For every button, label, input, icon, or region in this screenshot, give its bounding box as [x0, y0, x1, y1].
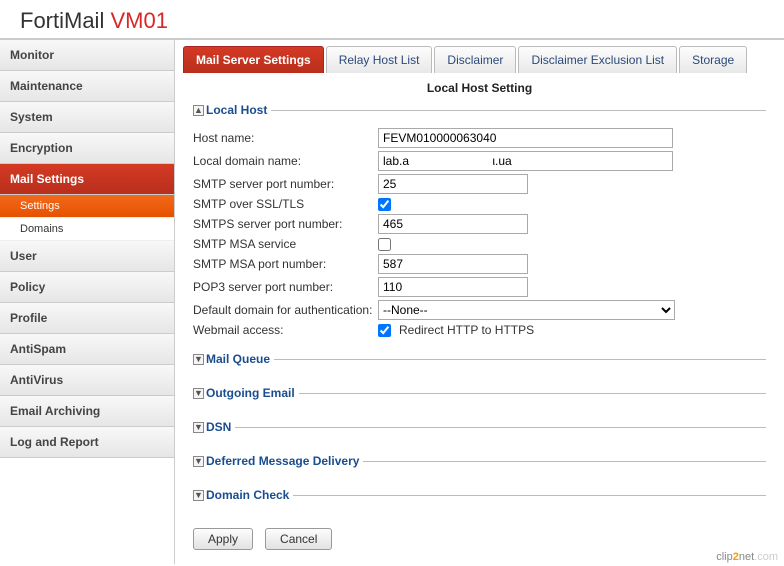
checkbox-webmail-redirect[interactable]: [378, 324, 391, 337]
label-msa-service: SMTP MSA service: [193, 237, 378, 251]
brand-title: FortiMail VM01: [20, 8, 764, 34]
panel-domain-check: ▼ Domain Check: [193, 488, 766, 514]
content-area: Local Host Setting ▲ Local Host Host nam…: [175, 73, 784, 563]
sidebar-item-monitor[interactable]: Monitor: [0, 40, 174, 71]
expand-down-icon[interactable]: ▼: [193, 388, 204, 399]
input-host-name[interactable]: [378, 128, 673, 148]
expand-down-icon[interactable]: ▼: [193, 354, 204, 365]
panel-mail-queue: ▼ Mail Queue: [193, 352, 766, 378]
input-smtps-port[interactable]: [378, 214, 528, 234]
label-pop3-port: POP3 server port number:: [193, 280, 378, 294]
sidebar-item-user[interactable]: User: [0, 241, 174, 272]
panel-local-host-title: Local Host: [206, 103, 267, 117]
sidebar-item-profile[interactable]: Profile: [0, 303, 174, 334]
select-default-domain[interactable]: --None--: [378, 300, 675, 320]
sidebar-item-maintenance[interactable]: Maintenance: [0, 71, 174, 102]
sidebar-subitem-domains[interactable]: Domains: [0, 218, 174, 241]
label-smtp-port: SMTP server port number:: [193, 177, 378, 191]
panel-deferred-legend[interactable]: ▼ Deferred Message Delivery: [193, 454, 363, 468]
label-local-domain: Local domain name:: [193, 154, 378, 168]
input-local-domain[interactable]: [378, 151, 673, 171]
tab-disclaimer-exclusion[interactable]: Disclaimer Exclusion List: [518, 46, 677, 73]
sidebar-item-antispam[interactable]: AntiSpam: [0, 334, 174, 365]
label-webmail: Webmail access:: [193, 323, 378, 337]
sidebar-item-log-and-report[interactable]: Log and Report: [0, 427, 174, 458]
button-row: Apply Cancel: [193, 528, 766, 550]
panel-dsn: ▼ DSN: [193, 420, 766, 446]
label-redirect-https: Redirect HTTP to HTTPS: [399, 323, 534, 337]
tab-mail-server-settings[interactable]: Mail Server Settings: [183, 46, 324, 73]
tab-storage[interactable]: Storage: [679, 46, 747, 73]
tab-disclaimer[interactable]: Disclaimer: [434, 46, 516, 73]
panel-local-host-legend[interactable]: ▲ Local Host: [193, 103, 271, 117]
panel-local-host: ▲ Local Host Host name: Local domain nam…: [193, 103, 766, 344]
input-msa-port[interactable]: [378, 254, 528, 274]
sidebar-item-antivirus[interactable]: AntiVirus: [0, 365, 174, 396]
section-title: Local Host Setting: [193, 81, 766, 95]
collapse-up-icon[interactable]: ▲: [193, 105, 204, 116]
watermark: clip2net.com: [716, 551, 778, 563]
sidebar-item-policy[interactable]: Policy: [0, 272, 174, 303]
sidebar-item-mail-settings[interactable]: Mail Settings: [0, 164, 174, 195]
expand-down-icon[interactable]: ▼: [193, 456, 204, 467]
panel-outgoing-email: ▼ Outgoing Email: [193, 386, 766, 412]
brand-part2: VM01: [110, 8, 167, 33]
panel-mail-queue-legend[interactable]: ▼ Mail Queue: [193, 352, 274, 366]
sidebar-item-encryption[interactable]: Encryption: [0, 133, 174, 164]
brand-part1: FortiMail: [20, 8, 110, 33]
panel-domain-check-legend[interactable]: ▼ Domain Check: [193, 488, 293, 502]
panel-dsn-legend[interactable]: ▼ DSN: [193, 420, 235, 434]
app-header: FortiMail VM01: [0, 0, 784, 40]
label-smtps-port: SMTPS server port number:: [193, 217, 378, 231]
label-host-name: Host name:: [193, 131, 378, 145]
label-msa-port: SMTP MSA port number:: [193, 257, 378, 271]
panel-deferred: ▼ Deferred Message Delivery: [193, 454, 766, 480]
sidebar-subitem-settings[interactable]: Settings: [0, 195, 174, 218]
expand-down-icon[interactable]: ▼: [193, 490, 204, 501]
input-smtp-port[interactable]: [378, 174, 528, 194]
label-default-domain: Default domain for authentication:: [193, 303, 378, 317]
tab-relay-host-list[interactable]: Relay Host List: [326, 46, 433, 73]
sidebar-item-system[interactable]: System: [0, 102, 174, 133]
tab-strip: Mail Server Settings Relay Host List Dis…: [183, 46, 784, 73]
expand-down-icon[interactable]: ▼: [193, 422, 204, 433]
panel-outgoing-email-legend[interactable]: ▼ Outgoing Email: [193, 386, 299, 400]
input-pop3-port[interactable]: [378, 277, 528, 297]
cancel-button[interactable]: Cancel: [265, 528, 332, 550]
apply-button[interactable]: Apply: [193, 528, 253, 550]
sidebar-item-email-archiving[interactable]: Email Archiving: [0, 396, 174, 427]
label-smtp-ssl: SMTP over SSL/TLS: [193, 197, 378, 211]
main-area: Mail Server Settings Relay Host List Dis…: [175, 40, 784, 564]
checkbox-msa-service[interactable]: [378, 238, 391, 251]
checkbox-smtp-ssl[interactable]: [378, 198, 391, 211]
layout: Monitor Maintenance System Encryption Ma…: [0, 40, 784, 564]
sidebar: Monitor Maintenance System Encryption Ma…: [0, 40, 175, 564]
